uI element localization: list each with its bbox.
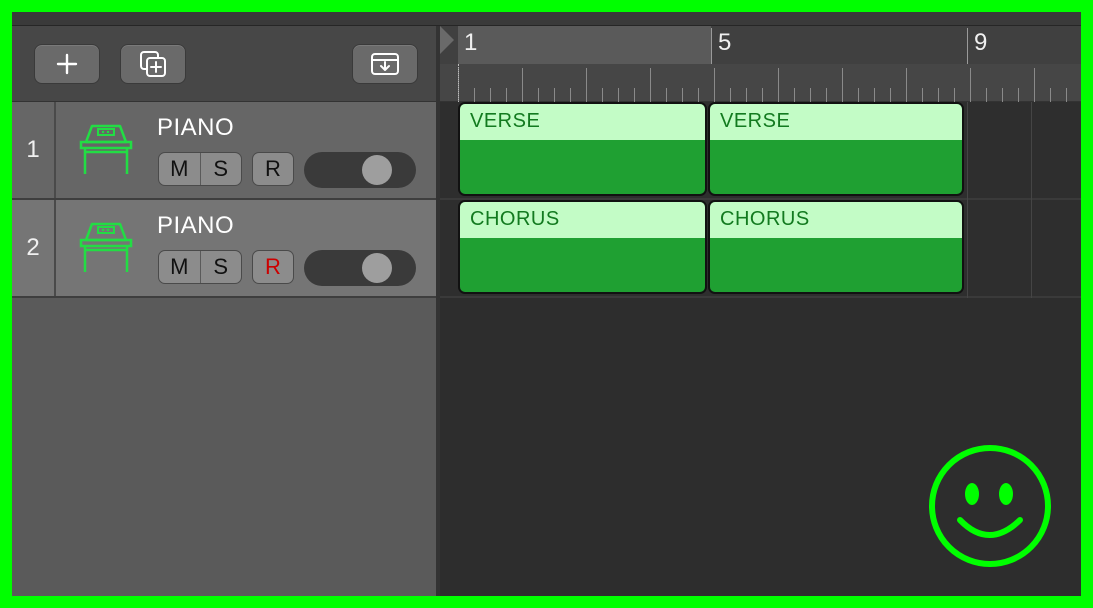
solo-button[interactable]: S	[199, 153, 242, 185]
track-toolbar	[12, 26, 436, 102]
ruler-tick	[538, 88, 539, 102]
bar-number-9: 9	[974, 29, 988, 56]
track-number: 1	[12, 102, 56, 198]
track-name[interactable]: PIANO	[157, 114, 234, 142]
grid-line	[1031, 102, 1032, 298]
ruler-tick	[1050, 88, 1051, 102]
ruler-tick	[746, 88, 747, 102]
record-arm-button[interactable]: R	[252, 152, 294, 186]
smiley-face-icon	[929, 445, 1051, 567]
grid-line	[967, 102, 968, 298]
ruler-tick	[970, 68, 971, 102]
region-label: CHORUS	[710, 202, 962, 238]
ruler-tick	[602, 88, 603, 102]
duplicate-track-button[interactable]	[120, 44, 186, 84]
solo-button[interactable]: S	[199, 251, 242, 283]
track-header-1[interactable]: 1 PIANO M S R	[12, 102, 436, 200]
record-arm-button[interactable]: R	[252, 250, 294, 284]
ruler-tick	[682, 88, 683, 102]
track-name[interactable]: PIANO	[157, 212, 234, 240]
track-number: 2	[12, 200, 56, 296]
bar-number-1: 1	[464, 29, 478, 56]
bar-marker	[711, 28, 712, 64]
ruler-tick	[874, 88, 875, 102]
volume-knob[interactable]	[362, 253, 392, 283]
beat-ruler[interactable]	[440, 64, 1081, 102]
download-button[interactable]	[352, 44, 418, 84]
ruler-tick	[858, 88, 859, 102]
ruler-tick	[794, 88, 795, 102]
add-track-button[interactable]	[34, 44, 100, 84]
ruler-tick	[714, 68, 715, 102]
ruler-tick	[778, 68, 779, 102]
ruler-tick	[906, 68, 907, 102]
mute-button[interactable]: M	[159, 251, 200, 283]
piano-icon	[79, 222, 133, 272]
ruler-tick	[474, 88, 475, 102]
duplicate-plus-icon	[140, 51, 166, 77]
cycle-region[interactable]	[458, 26, 711, 64]
bar-number-5: 5	[718, 29, 732, 56]
ruler-tick	[842, 68, 843, 102]
ruler-tick	[618, 88, 619, 102]
playhead-line	[458, 64, 459, 104]
ruler-tick	[586, 68, 587, 102]
mute-solo-group: M S	[158, 152, 242, 186]
ruler-tick	[666, 88, 667, 102]
ruler-tick	[506, 88, 507, 102]
volume-slider[interactable]	[304, 152, 416, 188]
region-verse[interactable]: VERSE	[458, 102, 707, 196]
ruler-tick	[730, 88, 731, 102]
volume-slider[interactable]	[304, 250, 416, 286]
ruler-tick	[938, 88, 939, 102]
volume-knob[interactable]	[362, 155, 392, 185]
ruler-tick	[826, 88, 827, 102]
ruler-tick	[570, 88, 571, 102]
region-chorus[interactable]: CHORUS	[708, 200, 964, 294]
ruler-tick	[490, 88, 491, 102]
ruler-tick	[1066, 88, 1067, 102]
ruler-tick	[634, 88, 635, 102]
region-label: VERSE	[460, 104, 705, 140]
ruler-tick	[554, 88, 555, 102]
ruler-tick	[650, 68, 651, 102]
ruler-tick	[986, 88, 987, 102]
title-strip	[12, 12, 1081, 26]
region-verse[interactable]: VERSE	[708, 102, 964, 196]
bar-marker	[967, 28, 968, 64]
ruler-tick	[810, 88, 811, 102]
ruler-tick	[890, 88, 891, 102]
mute-button[interactable]: M	[159, 153, 200, 185]
ruler-tick	[698, 88, 699, 102]
plus-icon	[56, 53, 78, 75]
region-chorus[interactable]: CHORUS	[458, 200, 707, 294]
region-label: VERSE	[710, 104, 962, 140]
mute-solo-group: M S	[158, 250, 242, 284]
track-headers-panel: 1 PIANO M S R 2 PIANO M S R	[12, 26, 440, 596]
ruler-tick	[1034, 68, 1035, 102]
app-window: 1 PIANO M S R 2 PIANO M S R 1 5 9 VERSE …	[12, 12, 1081, 596]
ruler-tick	[1002, 88, 1003, 102]
region-label: CHORUS	[460, 202, 705, 238]
ruler-tick	[922, 88, 923, 102]
ruler-tick	[762, 88, 763, 102]
piano-icon	[79, 124, 133, 174]
track-header-2[interactable]: 2 PIANO M S R	[12, 200, 436, 298]
ruler-tick	[1018, 88, 1019, 102]
bar-ruler[interactable]: 1 5 9	[440, 26, 1081, 64]
tray-download-icon	[371, 53, 399, 75]
ruler-tick	[522, 68, 523, 102]
playhead-icon[interactable]	[440, 26, 454, 54]
ruler-tick	[954, 88, 955, 102]
